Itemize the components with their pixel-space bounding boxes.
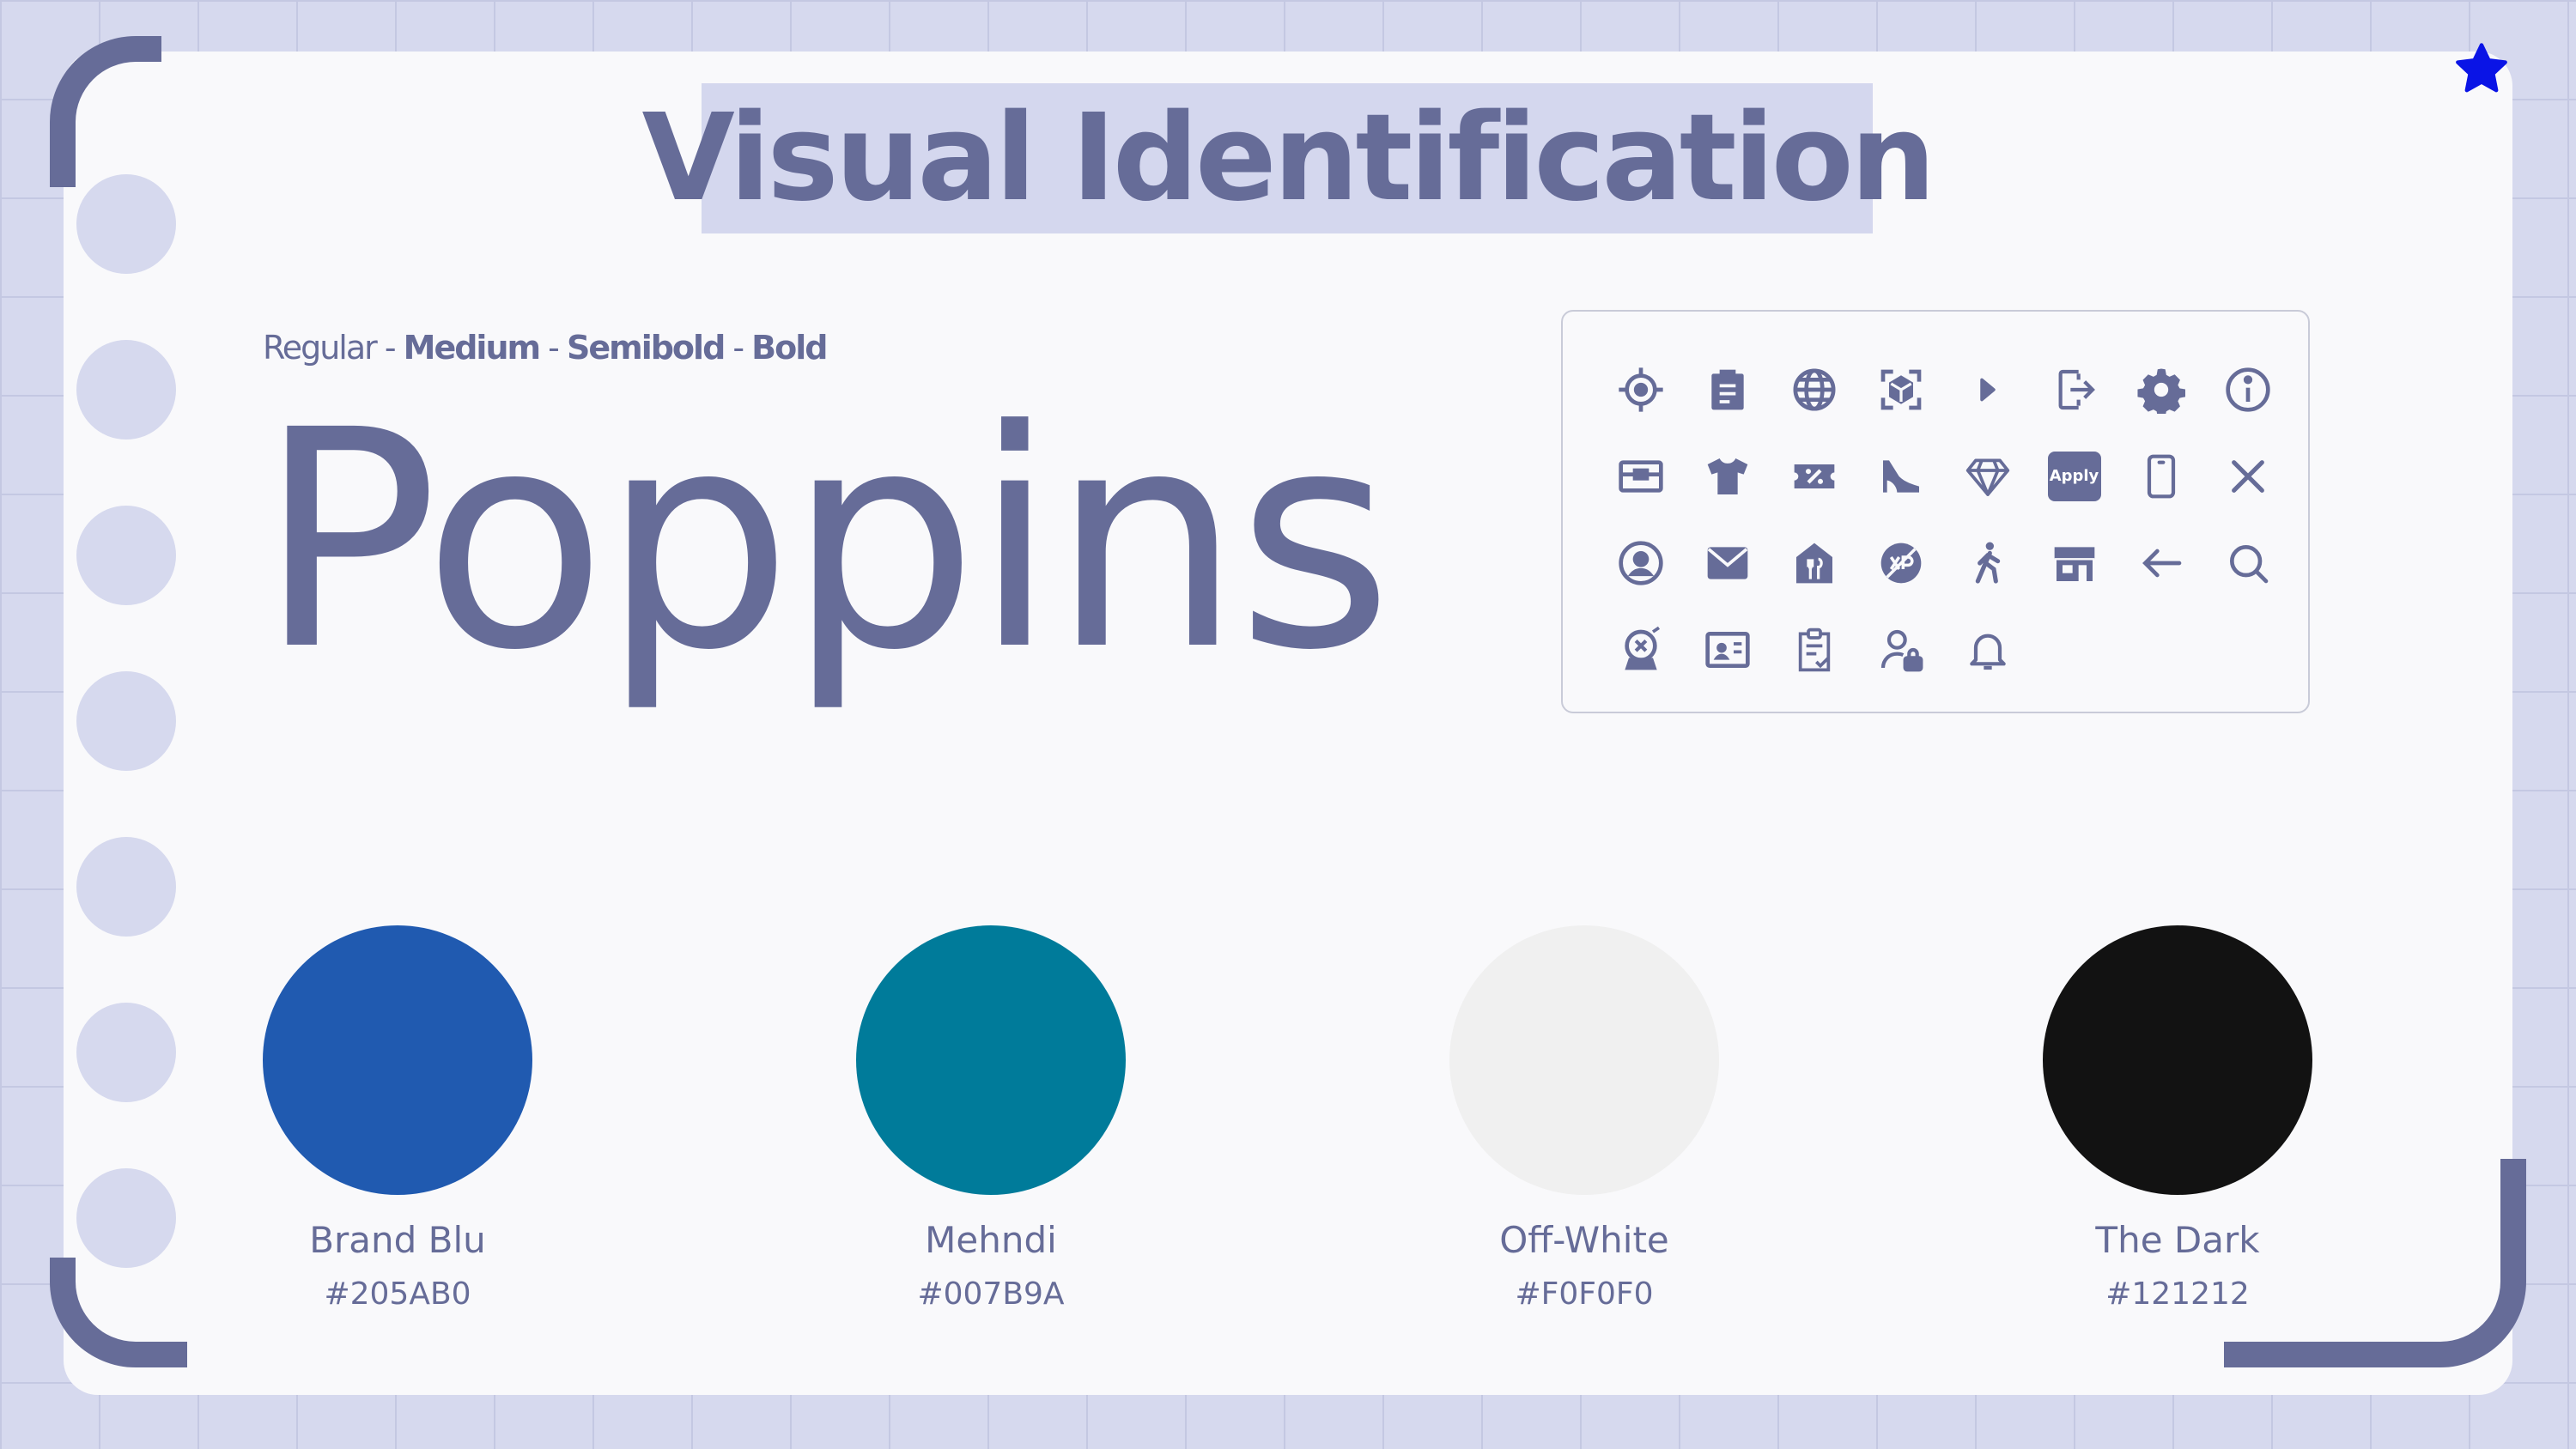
swatch-name: The Dark: [2095, 1219, 2260, 1261]
id-card-icon: [1684, 606, 1771, 693]
icon-set-panel: Apply: [1561, 310, 2310, 713]
phone-icon: [2117, 433, 2204, 519]
swatch-hex: #007B9A: [917, 1276, 1065, 1312]
restaurant-home-icon: [1771, 519, 1857, 606]
star-icon[interactable]: [2451, 39, 2512, 100]
color-swatch-mehndi: Mehndi #007B9A: [856, 925, 1126, 1312]
globe-icon: [1771, 346, 1857, 433]
badge-x-icon: [1597, 606, 1684, 693]
swatch-circle: [263, 925, 532, 1195]
arrow-left-icon: [2117, 519, 2204, 606]
tshirt-icon: [1684, 433, 1771, 519]
swatch-name: Off-White: [1499, 1219, 1669, 1261]
weight-bold: Bold: [751, 329, 828, 367]
swatch-circle: [856, 925, 1126, 1195]
swatch-circle: [1449, 925, 1719, 1195]
play-arrow-icon: [1944, 346, 2031, 433]
store-icon: [2031, 519, 2117, 606]
weight-separator: -: [539, 329, 567, 367]
swatch-hex: #205AB0: [324, 1276, 471, 1312]
search-icon: [2204, 519, 2291, 606]
info-icon: [2204, 346, 2291, 433]
clipboard-icon: [1684, 346, 1771, 433]
user-lock-icon: [1857, 606, 1944, 693]
crosshair-icon: [1597, 346, 1684, 433]
font-weights-list: Regular - Medium - Semibold - Bold: [263, 329, 828, 367]
font-specimen: Poppins: [258, 366, 1393, 716]
close-icon: [2204, 433, 2291, 519]
title-highlight: Visual Identification: [641, 83, 1936, 233]
swatch-name: Brand Blu: [309, 1219, 486, 1261]
wallet-icon: [1597, 433, 1684, 519]
card-scallop: [76, 174, 176, 274]
weight-separator: -: [724, 329, 752, 367]
clipboard-check-icon: [1771, 606, 1857, 693]
ticket-percent-icon: [1771, 433, 1857, 519]
weight-semibold: Semibold: [566, 329, 726, 367]
swatch-hex: #121212: [2105, 1276, 2250, 1312]
weight-medium: Medium: [403, 329, 541, 367]
card-scallop: [76, 837, 176, 937]
no-xp-icon: [1857, 519, 1944, 606]
scan-box-icon: [1857, 346, 1944, 433]
card-scallop: [76, 506, 176, 605]
card-scallop: [76, 1003, 176, 1102]
swatch-hex: #F0F0F0: [1515, 1276, 1654, 1312]
walking-icon: [1944, 519, 2031, 606]
color-swatch-the-dark: The Dark #121212: [2043, 925, 2312, 1312]
bell-icon: [1944, 606, 2031, 693]
user-circle-icon: [1597, 519, 1684, 606]
corner-bracket-top-left: [50, 36, 161, 187]
mail-icon: [1684, 519, 1771, 606]
apply-badge: Apply: [2031, 433, 2117, 519]
high-heel-icon: [1857, 433, 1944, 519]
icon-grid: Apply: [1597, 346, 2291, 693]
card-scallop: [76, 340, 176, 440]
weight-regular: Regular: [263, 329, 378, 367]
apply-badge-label: Apply: [2047, 451, 2101, 501]
diamond-icon: [1944, 433, 2031, 519]
page-title: Visual Identification: [641, 88, 1935, 228]
card-scallop: [76, 671, 176, 771]
gear-icon: [2117, 346, 2204, 433]
color-swatch-off-white: Off-White #F0F0F0: [1449, 925, 1719, 1312]
card-scallop: [76, 1168, 176, 1268]
swatch-name: Mehndi: [925, 1219, 1057, 1261]
swatch-circle: [2043, 925, 2312, 1195]
color-swatch-brand-blu: Brand Blu #205AB0: [263, 925, 532, 1312]
logout-icon: [2031, 346, 2117, 433]
weight-separator: -: [375, 329, 404, 367]
